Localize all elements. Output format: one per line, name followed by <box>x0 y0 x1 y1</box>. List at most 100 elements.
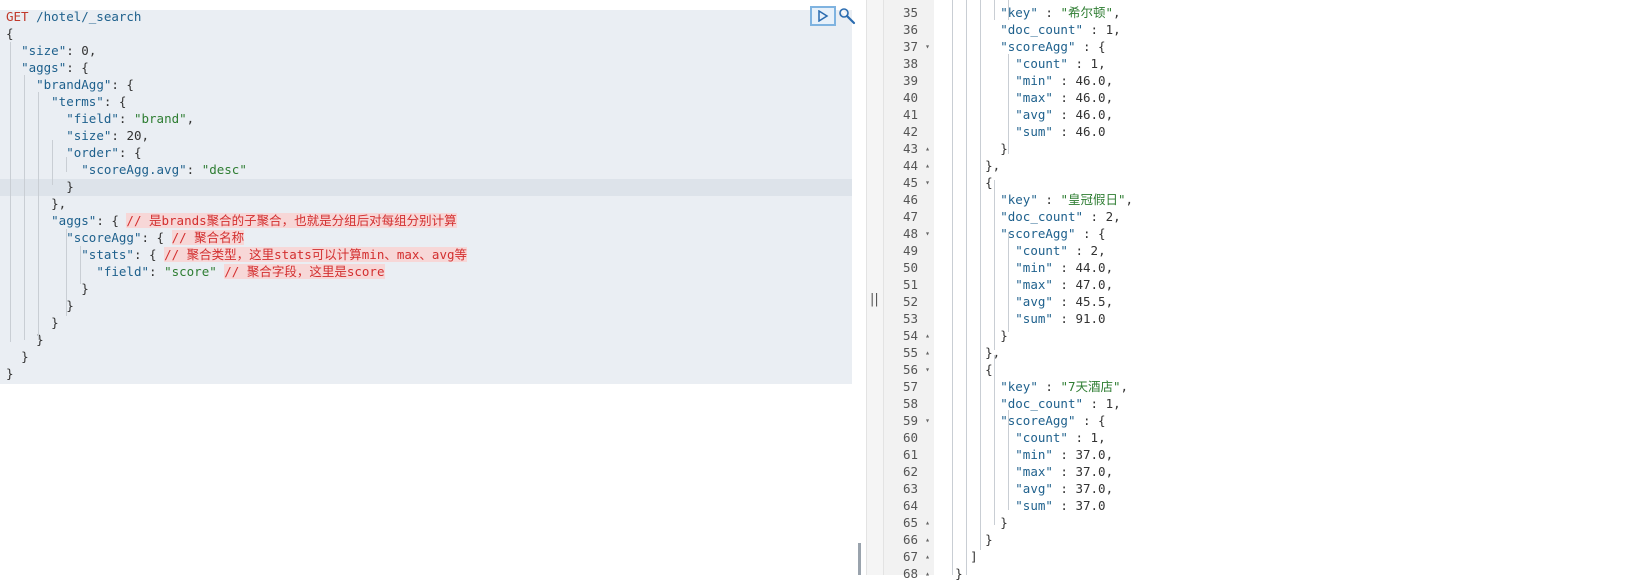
response-line: }, <box>940 157 1133 174</box>
json-key: "size" <box>66 128 112 143</box>
json-punct: : { <box>103 94 127 109</box>
indent-guide <box>80 246 81 284</box>
line-number-text: 45 <box>902 175 918 190</box>
json-punct: , <box>1098 56 1106 71</box>
json-number: 45.5 <box>1075 294 1106 309</box>
fold-arrow-up-icon[interactable]: ▴ <box>925 548 930 565</box>
fold-arrow-up-icon[interactable]: ▴ <box>925 531 930 548</box>
request-line: "stats": { // 聚合类型，这里stats可以计算min、max、av… <box>6 246 467 263</box>
json-punct: : <box>1067 243 1091 258</box>
json-key: "brandAgg" <box>36 77 112 92</box>
indent-guide <box>952 0 953 575</box>
json-key: "stats" <box>81 247 134 262</box>
json-punct: { <box>985 362 993 377</box>
json-punct: } <box>955 566 963 581</box>
json-number: 47.0 <box>1075 277 1106 292</box>
indent-guide <box>966 0 967 575</box>
fold-arrow-up-icon[interactable]: ▴ <box>925 514 930 531</box>
request-editor[interactable]: GET /hotel/_search { "size": 0, "aggs": … <box>0 0 861 575</box>
run-request-button[interactable] <box>810 6 836 26</box>
line-number-text: 64 <box>902 498 918 513</box>
json-key: "doc_count" <box>1000 209 1084 224</box>
request-line: "field": "brand", <box>6 110 467 127</box>
json-punct: } <box>6 366 14 381</box>
fold-arrow-up-icon[interactable]: ▴ <box>925 565 930 582</box>
request-line: "field": "score" // 聚合字段，这里是score <box>6 263 467 280</box>
json-punct: } <box>985 532 993 547</box>
fold-arrow-down-icon[interactable]: ▾ <box>925 38 930 55</box>
line-number: 35 <box>884 4 934 21</box>
request-line: } <box>6 365 467 382</box>
json-punct: , <box>1105 260 1114 275</box>
resizer-grip-icon[interactable]: || <box>870 292 879 307</box>
json-number: 37.0 <box>1075 481 1106 496</box>
fold-arrow-down-icon[interactable]: ▾ <box>925 412 930 429</box>
line-number-gutter: 35 36 37 ▾ 38 39 40 41 42 43 ▴ 44 ▴ 45 ▾ 46 47 48 ▾ 49 50 51 5… <box>884 0 934 581</box>
line-number-text: 46 <box>902 192 918 207</box>
json-punct: } <box>1000 515 1008 530</box>
json-key: "doc_count" <box>1000 22 1084 37</box>
request-line: "aggs": { // 是brands聚合的子聚合，也就是分组后对每组分别计算 <box>6 212 467 229</box>
response-line: "key" : "皇冠假日", <box>940 191 1133 208</box>
fold-arrow-down-icon[interactable]: ▾ <box>925 225 930 242</box>
json-string: "brand" <box>133 111 187 126</box>
json-number: 46.0 <box>1075 107 1106 122</box>
json-string: "desc" <box>201 162 247 177</box>
json-punct: : <box>1052 73 1076 88</box>
fold-arrow-down-icon[interactable]: ▾ <box>925 174 930 191</box>
response-code: "key" : "希尔顿", "doc_count" : 1, "scoreAg… <box>940 4 1133 582</box>
json-key: "scoreAgg" <box>1000 226 1076 241</box>
response-line: "key" : "7天酒店", <box>940 378 1133 395</box>
json-number: 20 <box>126 128 142 143</box>
json-number: 46.0 <box>1075 73 1106 88</box>
fold-arrow-up-icon[interactable]: ▴ <box>925 327 930 344</box>
fold-arrow-up-icon[interactable]: ▴ <box>925 157 930 174</box>
json-key: "key" <box>1000 192 1038 207</box>
line-number: 45 ▾ <box>884 174 934 191</box>
json-punct: } <box>51 315 59 330</box>
line-number: 55 ▴ <box>884 344 934 361</box>
json-punct: }, <box>51 196 67 211</box>
json-punct: : <box>1052 107 1076 122</box>
request-line: } <box>6 314 467 331</box>
scrollbar-thumb[interactable] <box>858 543 861 575</box>
json-punct: : <box>66 43 82 58</box>
json-number: 37.0 <box>1075 498 1106 513</box>
json-punct: : { <box>1075 226 1106 241</box>
line-number: 40 <box>884 89 934 106</box>
fold-arrow-up-icon[interactable]: ▴ <box>925 344 930 361</box>
fold-arrow-down-icon[interactable]: ▾ <box>925 361 930 378</box>
line-number: 51 <box>884 276 934 293</box>
json-punct: : <box>1083 22 1106 37</box>
json-punct: } <box>66 298 74 313</box>
indent-guide <box>24 75 25 340</box>
json-punct: , <box>1105 73 1114 88</box>
wrench-icon[interactable] <box>838 7 856 25</box>
line-number-text: 36 <box>902 22 918 37</box>
json-punct: : <box>1083 209 1106 224</box>
pane-resizer[interactable] <box>866 0 884 575</box>
indent-guide <box>66 157 67 172</box>
line-number-text: 47 <box>902 209 918 224</box>
fold-arrow-up-icon[interactable]: ▴ <box>925 140 930 157</box>
response-line: "scoreAgg" : { <box>940 412 1133 429</box>
line-number-text: 35 <box>902 5 918 20</box>
json-punct: } <box>66 179 74 194</box>
line-number-text: 56 <box>902 362 918 377</box>
line-number-text: 62 <box>902 464 918 479</box>
request-code[interactable]: GET /hotel/_search { "size": 0, "aggs": … <box>6 8 467 382</box>
line-number-text: 58 <box>902 396 918 411</box>
json-key: "key" <box>1000 379 1038 394</box>
response-viewer: 35 36 37 ▾ 38 39 40 41 42 43 ▴ 44 ▴ 45 ▾ 46 47 48 ▾ 49 50 51 5… <box>884 0 1635 581</box>
response-line: } <box>940 327 1133 344</box>
response-line: "sum" : 46.0 <box>940 123 1133 140</box>
